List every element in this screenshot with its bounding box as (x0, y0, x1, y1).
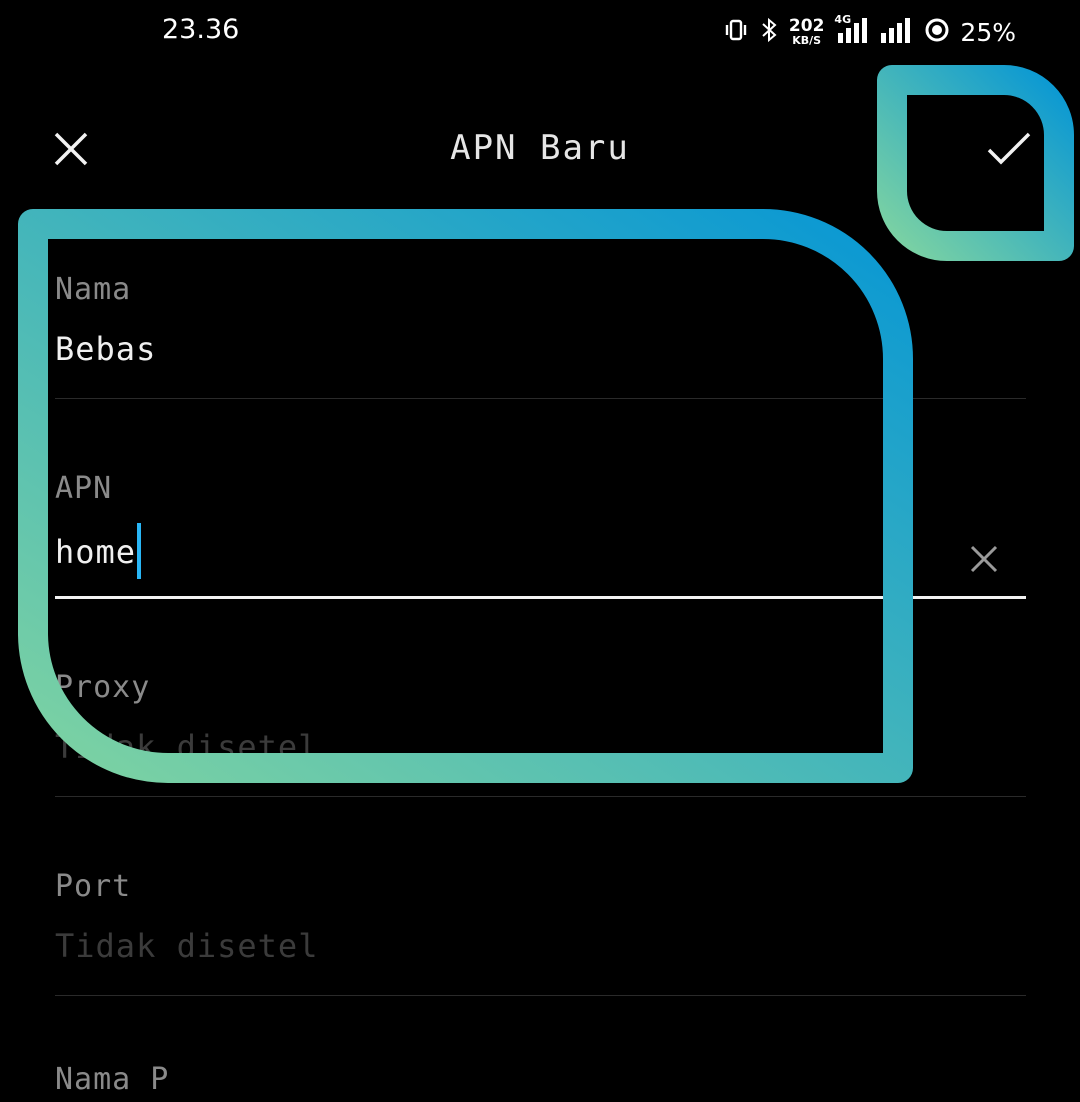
check-icon (987, 132, 1031, 170)
proxy-field-value[interactable]: Tidak disetel (55, 728, 318, 766)
clear-text-button[interactable] (964, 541, 1004, 581)
apn-field-input[interactable]: home (55, 523, 142, 579)
name-field[interactable]: Nama Bebas (55, 272, 1026, 400)
proxy-field[interactable]: Proxy Tidak disetel (55, 670, 1026, 798)
battery-saver-icon (924, 17, 950, 47)
apn-field[interactable]: APN home (55, 471, 1026, 601)
apn-field-label: APN (55, 471, 113, 506)
name-field-label: Nama (55, 272, 132, 307)
name-field-value[interactable]: Bebas (55, 330, 156, 368)
status-time: 23.36 (162, 14, 240, 45)
close-icon (970, 545, 998, 577)
port-field[interactable]: Port Tidak disetel (55, 869, 1026, 997)
save-button[interactable] (978, 120, 1040, 182)
signal-icon (880, 17, 914, 47)
toolbar: APN Baru (0, 100, 1080, 204)
battery-percent: 25% (960, 17, 1016, 47)
vibrate-icon (723, 17, 749, 47)
username-field[interactable]: Nama P (55, 1062, 1026, 1102)
port-field-label: Port (55, 869, 132, 904)
proxy-field-label: Proxy (55, 670, 151, 705)
bluetooth-icon (759, 17, 779, 47)
text-cursor (137, 523, 142, 579)
port-field-value[interactable]: Tidak disetel (55, 927, 318, 965)
divider (55, 796, 1026, 797)
network-speed: 202 KB/S (788, 16, 825, 47)
status-bar: 23.36 202 KB/S 4G 25% (0, 0, 1080, 64)
status-icons: 202 KB/S 4G 25% (723, 13, 1016, 50)
apn-field-value: home (55, 533, 137, 571)
signal-icon: 4G (834, 13, 870, 47)
active-underline (55, 596, 1026, 599)
page-title: APN Baru (450, 128, 630, 168)
divider (55, 995, 1026, 996)
divider (55, 398, 1026, 399)
